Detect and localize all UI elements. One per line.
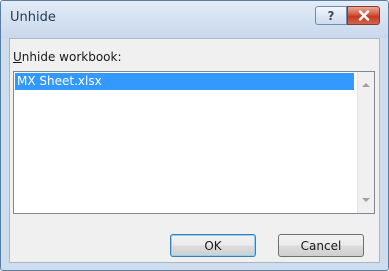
scroll-down-arrow-icon[interactable]	[362, 198, 370, 202]
help-icon: ?	[327, 8, 335, 23]
dialog-title: Unhide	[10, 10, 56, 25]
unhide-workbook-label: Unhide workbook:	[13, 50, 122, 64]
title-bar[interactable]: Unhide ?	[1, 1, 388, 38]
workbook-listbox[interactable]: MX Sheet.xlsx	[13, 71, 375, 214]
unhide-dialog: Unhide ? Unhide workbook: MX Sheet.xlsx …	[0, 0, 389, 271]
dialog-body: Unhide workbook: MX Sheet.xlsx OK Cancel	[9, 38, 380, 263]
ok-button[interactable]: OK	[170, 234, 256, 257]
vertical-scrollbar[interactable]	[357, 72, 374, 213]
close-icon	[358, 10, 369, 21]
list-item[interactable]: MX Sheet.xlsx	[15, 73, 354, 90]
cancel-button[interactable]: Cancel	[278, 234, 364, 257]
scroll-up-arrow-icon[interactable]	[362, 83, 370, 87]
close-button[interactable]	[347, 6, 380, 25]
help-button[interactable]: ?	[315, 6, 347, 25]
